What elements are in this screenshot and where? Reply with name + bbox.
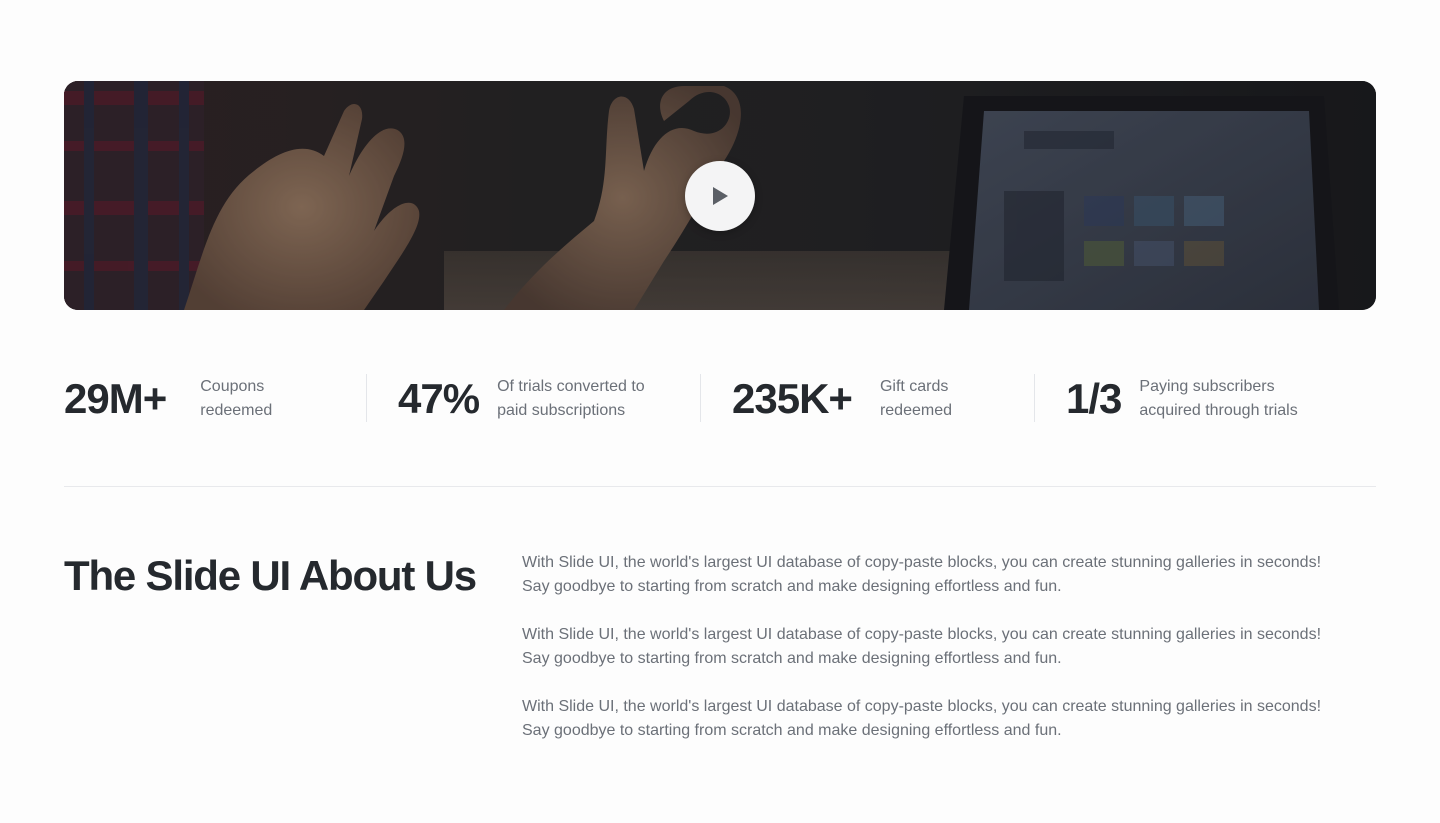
stat-value: 29M+ [64,375,167,422]
stat-value: 1/3 [1066,375,1122,422]
play-button[interactable] [685,161,755,231]
stat-divider [366,374,367,422]
stat-divider [1034,374,1035,422]
video-banner[interactable] [64,81,1376,310]
stat-label: Paying subscribers acquired through tria… [1139,378,1298,419]
stat-item: 235K+ Gift cards redeemed [732,374,952,424]
about-title: The Slide UI About Us [64,552,477,599]
stat-item: 47% Of trials converted to paid subscrip… [398,374,645,424]
about-body: With Slide UI, the world's largest UI da… [522,551,1392,767]
stat-value: 47% [398,375,480,422]
stat-divider [700,374,701,422]
about-paragraph: With Slide UI, the world's largest UI da… [522,554,1322,595]
about-paragraph: With Slide UI, the world's largest UI da… [522,626,1322,667]
page: 29M+ Coupons redeemed 47% Of trials conv… [0,0,1440,823]
play-icon [713,187,728,205]
about-paragraph: With Slide UI, the world's largest UI da… [522,698,1322,739]
section-divider [64,486,1376,487]
stats-row: 29M+ Coupons redeemed 47% Of trials conv… [64,374,1376,424]
stat-item: 29M+ Coupons redeemed [64,374,272,424]
stat-item: 1/3 Paying subscribers acquired through … [1066,374,1298,424]
stat-label: Of trials converted to paid subscription… [497,378,645,419]
stat-label: Coupons redeemed [200,378,273,419]
stat-label: Gift cards redeemed [879,378,952,419]
stat-value: 235K+ [732,375,853,422]
